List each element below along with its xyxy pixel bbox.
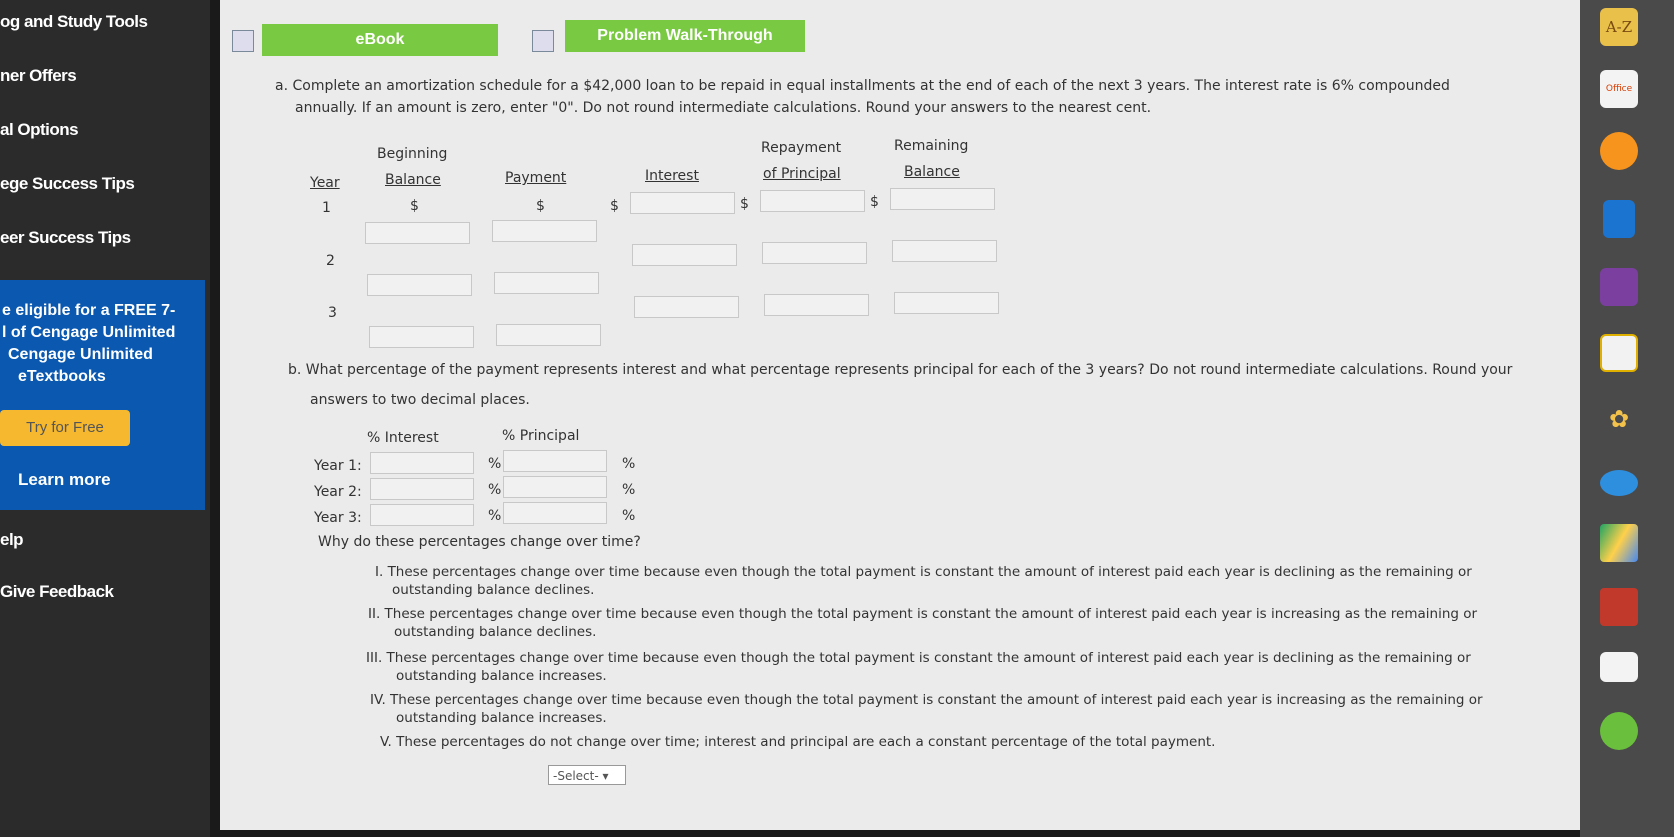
try-for-free-button[interactable]: Try for Free (0, 410, 130, 446)
firefox-icon[interactable] (1600, 132, 1638, 170)
why-question: Why do these percentages change over tim… (318, 534, 641, 550)
year-label: 2 (326, 253, 335, 269)
interest-input-y2[interactable] (632, 244, 737, 266)
beginning-input-y1[interactable] (365, 222, 470, 244)
beginning-input-y2[interactable] (367, 274, 472, 296)
currency-symbol: $ (870, 194, 879, 210)
sidebar-item-offers[interactable]: ner Offers (0, 66, 77, 86)
left-sidebar: og and Study Tools ner Offers al Options… (0, 0, 210, 837)
payment-input-y3[interactable] (496, 324, 601, 346)
select-value: -Select- (553, 769, 599, 783)
option-iv-line2: outstanding balance increases. (396, 710, 607, 726)
notes-icon[interactable] (1600, 334, 1638, 372)
percent-symbol: % (622, 456, 636, 472)
header-remaining-balance: Balance (904, 164, 960, 180)
remaining-input-y1[interactable] (890, 188, 995, 210)
year-label: 1 (322, 200, 331, 216)
option-i-line1: I. These percentages change over time be… (375, 564, 1472, 580)
onenote-icon[interactable] (1600, 268, 1638, 306)
pct-interest-input-y2[interactable] (370, 478, 474, 500)
percent-symbol: % (488, 456, 502, 472)
promo-line: eTextbooks (18, 368, 106, 385)
header-pct-interest: % Interest (367, 430, 439, 446)
sidebar-item-feedback[interactable]: Give Feedback (0, 582, 114, 602)
option-iii-line1: III. These percentages change over time … (366, 650, 1471, 666)
pct-principal-input-y3[interactable] (503, 502, 607, 524)
part-b-question-line2: answers to two decimal places. (310, 392, 530, 408)
remaining-input-y3[interactable] (894, 292, 999, 314)
header-payment: Payment (505, 170, 567, 186)
interest-input-y3[interactable] (634, 296, 739, 318)
sidebar-item-study-tools[interactable]: og and Study Tools (0, 12, 148, 32)
promo-line: l of Cengage Unlimited (2, 324, 176, 341)
sidebar-item-career-tips[interactable]: eer Success Tips (0, 228, 131, 248)
answer-select[interactable]: -Select- ▾ (548, 765, 626, 785)
part-b-question-line1: b. What percentage of the payment repres… (288, 362, 1513, 378)
pct-principal-input-y1[interactable] (503, 450, 607, 472)
percent-symbol: % (622, 508, 636, 524)
interest-input-y1[interactable] (630, 192, 735, 214)
currency-symbol: $ (740, 196, 749, 212)
option-ii-line2: outstanding balance declines. (394, 624, 597, 640)
option-iv-line1: IV. These percentages change over time b… (370, 692, 1483, 708)
header-year: Year (310, 175, 340, 191)
part-a-question-line1: a. Complete an amortization schedule for… (275, 78, 1450, 94)
option-iii-line2: outstanding balance increases. (396, 668, 607, 684)
pct-row-label: Year 1: (314, 458, 362, 474)
header-of-principal: of Principal (763, 166, 841, 182)
payment-input-y2[interactable] (494, 272, 599, 294)
currency-symbol: $ (536, 198, 545, 214)
header-beginning: Beginning (377, 146, 448, 162)
pct-row-label: Year 3: (314, 510, 362, 526)
principal-input-y1[interactable] (760, 190, 865, 212)
avatar-icon[interactable] (1600, 712, 1638, 750)
option-v: V. These percentages do not change over … (380, 734, 1216, 750)
az-dictionary-icon[interactable]: A-Z (1600, 8, 1638, 46)
part-a-question-line2: annually. If an amount is zero, enter "0… (295, 100, 1152, 116)
office-icon[interactable]: Office (1600, 70, 1638, 108)
option-ii-line1: II. These percentages change over time b… (368, 606, 1478, 622)
film-icon[interactable] (532, 30, 554, 52)
sidebar-item-help[interactable]: elp (0, 530, 24, 550)
cloud-icon[interactable] (1600, 470, 1638, 496)
percent-symbol: % (488, 508, 502, 524)
pct-row-label: Year 2: (314, 484, 362, 500)
right-taskbar: A-Z Office ✿ (1580, 0, 1674, 837)
currency-symbol: $ (410, 198, 419, 214)
promo-line: Cengage Unlimited (8, 346, 153, 363)
sidebar-item-options[interactable]: al Options (0, 120, 79, 140)
header-interest: Interest (645, 168, 699, 184)
beginning-input-y3[interactable] (369, 326, 474, 348)
promo-line: e eligible for a FREE 7- (2, 302, 176, 319)
document-icon[interactable] (1600, 652, 1638, 682)
option-i-line2: outstanding balance declines. (392, 582, 595, 598)
problem-panel: eBook Problem Walk-Through a. Complete a… (220, 0, 1580, 830)
principal-input-y3[interactable] (764, 294, 869, 316)
google-drive-icon[interactable] (1600, 524, 1638, 562)
currency-symbol: $ (610, 198, 619, 214)
remaining-input-y2[interactable] (892, 240, 997, 262)
header-balance: Balance (385, 172, 441, 188)
header-remaining: Remaining (894, 138, 969, 154)
sidebar-item-college-tips[interactable]: ege Success Tips (0, 174, 135, 194)
acrobat-icon[interactable] (1600, 588, 1638, 626)
percent-symbol: % (488, 482, 502, 498)
header-pct-principal: % Principal (502, 428, 580, 444)
ebook-button[interactable]: eBook (262, 24, 498, 56)
walkthrough-button[interactable]: Problem Walk-Through (565, 20, 805, 52)
pct-principal-input-y2[interactable] (503, 476, 607, 498)
chevron-down-icon: ▾ (602, 769, 609, 783)
percent-symbol: % (622, 482, 636, 498)
learn-more-link[interactable]: Learn more (18, 470, 111, 490)
payment-input-y1[interactable] (492, 220, 597, 242)
notebook-icon[interactable] (1603, 200, 1635, 238)
header-repayment: Repayment (761, 140, 842, 156)
book-icon[interactable] (232, 30, 254, 52)
airdrop-icon[interactable]: ✿ (1600, 400, 1638, 438)
pct-interest-input-y3[interactable] (370, 504, 474, 526)
year-label: 3 (328, 305, 337, 321)
pct-interest-input-y1[interactable] (370, 452, 474, 474)
principal-input-y2[interactable] (762, 242, 867, 264)
